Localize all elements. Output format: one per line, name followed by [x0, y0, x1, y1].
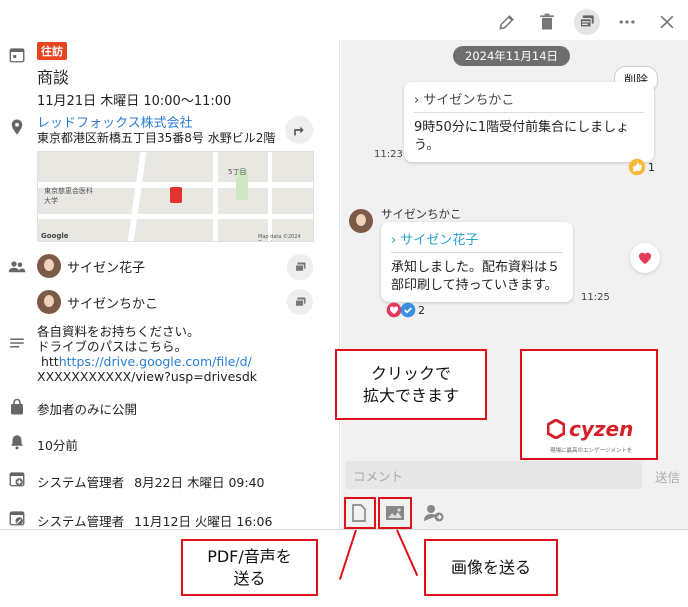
reaction-count: 1 — [648, 160, 655, 174]
chat-icon — [294, 297, 305, 307]
reaction-heart-check[interactable]: 2 — [386, 302, 425, 318]
participant-2: サイゼンちかこ — [37, 290, 158, 314]
image-thumbnail[interactable]: cyzen 現場に最高のエンゲージメントを — [520, 349, 658, 460]
note-line: htthttps://drive.google.com/file/d/ — [37, 354, 337, 369]
avatar — [37, 290, 61, 314]
react-button[interactable] — [630, 243, 660, 273]
send-button[interactable]: 送信 — [655, 467, 680, 486]
participant-name: サイゼン花子 — [67, 260, 146, 276]
participant-1: サイゼン花子 — [37, 254, 145, 278]
message-bubble-1[interactable]: › サイゼンちかこ 9時50分に1階受付前集合にしましょ う。 — [404, 82, 654, 162]
add-calendar-icon — [8, 470, 26, 488]
schedule-note: 各自資料をお持ちください。 ドライブのパスはこちら。 htthttps://dr… — [37, 324, 337, 384]
message-bubble-2[interactable]: › サイゼン花子 承知しました。配布資料は５ 部印刷して持っていきます。 — [381, 222, 573, 302]
cyzen-tagline: 現場に最高のエンゲージメントを — [550, 448, 633, 454]
sender-name: サイゼンちかこ — [381, 207, 462, 221]
pointer-line — [396, 529, 419, 577]
heart-icon — [639, 252, 651, 264]
updated-by: システム管理者 — [37, 514, 125, 529]
note-link-prefix: htt — [40, 354, 59, 369]
map-label-area: 東京慈恵会医科大学 — [44, 187, 93, 205]
message-text: 9時50分に1階受付前集合にしましょ う。 — [414, 120, 630, 153]
send-to-person-button[interactable] — [423, 502, 445, 524]
thumbs-up-icon — [628, 158, 646, 176]
note-line: 各自資料をお持ちください。 — [37, 324, 200, 339]
trash-icon — [540, 13, 554, 30]
notes-icon — [8, 334, 26, 352]
route-button[interactable] — [285, 116, 313, 144]
visit-type-badge: 往訪 — [37, 42, 67, 60]
drive-link[interactable]: https://drive.google.com/file/d/ — [59, 354, 252, 369]
highlight-file-button — [344, 497, 376, 529]
location-icon — [8, 118, 26, 136]
participant-2-chat-button[interactable] — [287, 289, 313, 315]
schedule-info: 往訪 商談 11月21日 木曜日 10:00〜11:00 レッドフォックス株式会… — [0, 40, 340, 529]
comment-input[interactable]: コメント — [345, 461, 642, 489]
avatar — [37, 254, 61, 278]
hexagon-icon — [547, 419, 565, 439]
map-view[interactable]: 東京慈恵会医科大学 5丁目 Google Map data ©2024 Goog… — [37, 151, 314, 242]
more-button[interactable] — [614, 9, 640, 35]
route-icon — [294, 126, 304, 136]
chat-icon — [579, 15, 594, 28]
chevron-right-icon: › — [391, 233, 397, 248]
date-separator: 2024年11月14日 — [453, 46, 571, 66]
callout-send-image: 画像を送る — [424, 539, 558, 596]
edit-icon — [499, 15, 514, 30]
schedule-datetime: 11月21日 木曜日 10:00〜11:00 — [37, 94, 232, 109]
created-by: システム管理者 — [37, 475, 125, 490]
note-line: ドライブのパスはこちら。 — [37, 339, 188, 354]
chat-icon — [294, 262, 305, 272]
reminder-text: 10分前 — [37, 438, 78, 453]
highlight-image-button — [378, 497, 412, 529]
send-person-icon — [424, 505, 444, 522]
updated-row: システム管理者 11月12日 火曜日 16:06 — [37, 511, 273, 529]
close-button[interactable] — [654, 9, 680, 35]
reaction-thumbs[interactable]: 1 — [628, 158, 655, 176]
toolbar — [494, 9, 680, 35]
cyzen-logo: cyzen — [547, 417, 633, 441]
chat-toggle-button[interactable] — [574, 9, 600, 35]
message-time: 11:23 — [374, 149, 403, 160]
calendar-icon — [8, 46, 26, 64]
close-icon — [660, 15, 674, 29]
schedule-title: 商談 — [37, 68, 70, 87]
sender-avatar — [349, 209, 373, 233]
visibility-text: 参加者のみに公開 — [37, 402, 138, 417]
participant-name: サイゼンちかこ — [67, 296, 159, 312]
participant-1-chat-button[interactable] — [287, 254, 313, 280]
more-icon — [619, 20, 635, 24]
created-row: システム管理者 8月22日 木曜日 09:40 — [37, 472, 264, 491]
reply-quote: › サイゼン花子 — [391, 229, 563, 253]
bell-icon — [8, 433, 26, 451]
chevron-right-icon: › — [414, 93, 420, 108]
check-icon — [400, 302, 416, 318]
updated-at: 11月12日 火曜日 16:06 — [134, 514, 273, 529]
callout-click-enlarge: クリックで 拡大できます — [335, 349, 487, 420]
delete-schedule-button[interactable] — [534, 9, 560, 35]
reply-quote: › サイゼンちかこ — [414, 89, 644, 113]
message-time: 11:25 — [581, 292, 610, 303]
people-icon — [8, 258, 26, 276]
created-at: 8月22日 木曜日 09:40 — [134, 475, 265, 490]
edit-calendar-icon — [8, 509, 26, 527]
address-text: 東京都港区新橋五丁目35番8号 水野ビル2階 — [37, 131, 276, 145]
edit-button[interactable] — [494, 9, 520, 35]
pointer-line — [338, 529, 357, 580]
message-text: 承知しました。配布資料は５ 部印刷して持っていきます。 — [391, 260, 561, 293]
note-line: XXXXXXXXXXX/view?usp=drivesdk — [37, 369, 257, 384]
reaction-count: 2 — [418, 303, 425, 317]
map-copyright: Map data ©2024 Google — [258, 234, 301, 241]
lock-icon — [8, 398, 26, 416]
callout-pdf-audio: PDF/音声を 送る — [181, 539, 318, 596]
map-google-logo: Google — [41, 232, 69, 240]
map-label-block: 5丁目 — [228, 168, 247, 176]
